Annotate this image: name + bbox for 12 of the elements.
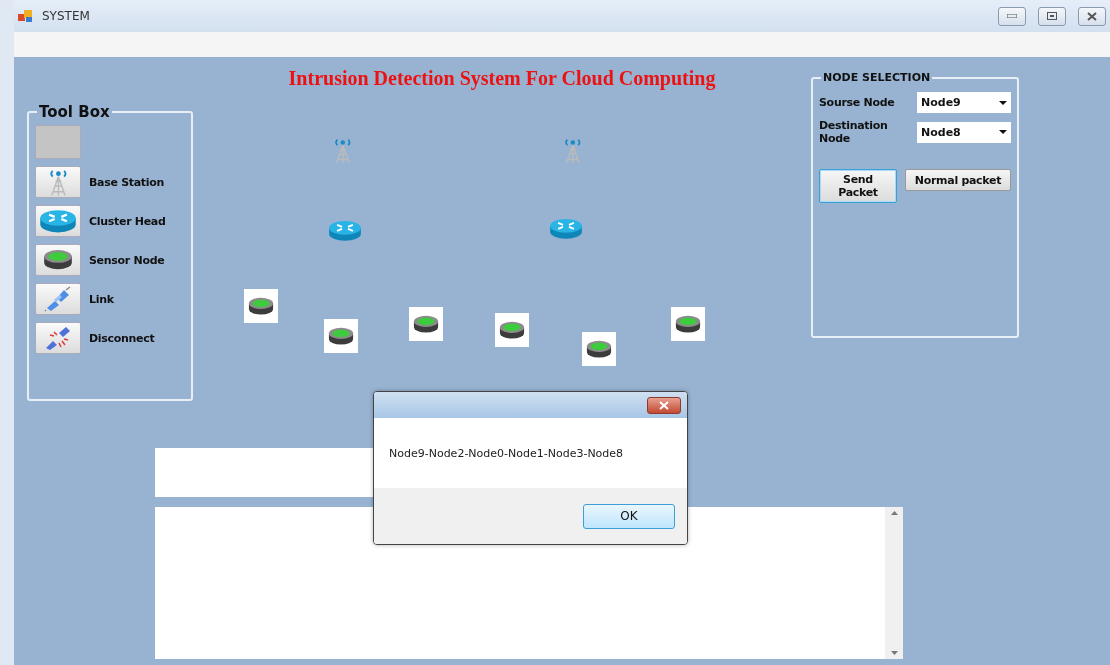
tool-box-title: Tool Box — [38, 103, 111, 121]
tool-label: Base Station — [89, 175, 165, 189]
window-title: SYSTEM — [42, 9, 90, 23]
tool-label: Cluster Head — [89, 214, 166, 228]
tool-label: Sensor Node — [89, 253, 165, 267]
destination-node-label: Destination Node — [819, 119, 889, 145]
node-selection-title: NODE SELECTION — [822, 71, 932, 84]
dialog-message: Node9-Node2-Node0-Node1-Node3-Node8 — [389, 446, 624, 460]
tool-label: Link — [89, 292, 114, 306]
source-node-label: Sourse Node — [819, 96, 896, 109]
page-heading: Intrusion Detection System For Cloud Computing — [288, 67, 716, 89]
tool-label: Disconnect — [89, 331, 155, 345]
